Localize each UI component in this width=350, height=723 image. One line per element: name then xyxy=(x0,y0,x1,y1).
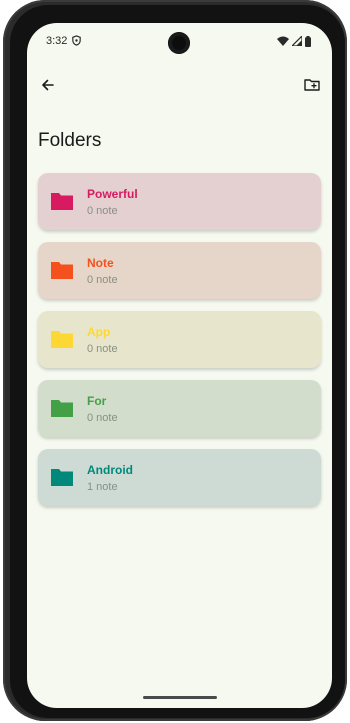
vpn-shield-icon xyxy=(72,35,81,46)
folder-icon xyxy=(51,469,73,486)
arrow-back-icon xyxy=(42,79,54,91)
folder-note-count: 0 note xyxy=(87,205,118,217)
folder-icon xyxy=(51,331,73,348)
status-icons xyxy=(277,35,311,47)
status-time: 3:32 xyxy=(46,35,68,47)
folder-note-count: 0 note xyxy=(87,274,118,286)
folder-name: Android xyxy=(87,463,133,477)
gesture-navigation-bar[interactable] xyxy=(143,696,217,699)
status-bar: 3:32 xyxy=(27,23,332,59)
app-bar xyxy=(27,73,332,97)
folder-name: App xyxy=(87,325,111,339)
app-screen: 3:32 Folders Powerful 0 note Note 0 note… xyxy=(27,23,332,708)
wifi-icon xyxy=(277,36,289,46)
folder-card[interactable]: Note 0 note xyxy=(38,242,321,299)
folder-name: Powerful xyxy=(87,187,138,201)
folder-card[interactable]: For 0 note xyxy=(38,380,321,437)
new-folder-icon xyxy=(304,79,320,91)
folder-note-count: 0 note xyxy=(87,343,118,355)
folder-note-count: 1 note xyxy=(87,481,118,493)
folder-card[interactable]: Android 1 note xyxy=(38,449,321,506)
folder-name: Note xyxy=(87,256,114,270)
new-folder-button[interactable] xyxy=(300,73,324,97)
folder-card[interactable]: Powerful 0 note xyxy=(38,173,321,230)
battery-icon xyxy=(305,35,311,47)
folder-icon xyxy=(51,193,73,210)
folder-list: Powerful 0 note Note 0 note App 0 note F… xyxy=(38,173,321,518)
folder-icon xyxy=(51,262,73,279)
folder-card[interactable]: App 0 note xyxy=(38,311,321,368)
back-button[interactable] xyxy=(36,73,60,97)
folder-note-count: 0 note xyxy=(87,412,118,424)
front-camera xyxy=(168,32,190,54)
folder-icon xyxy=(51,400,73,417)
page-title: Folders xyxy=(38,130,102,151)
signal-icon xyxy=(292,36,302,46)
folder-name: For xyxy=(87,394,107,408)
